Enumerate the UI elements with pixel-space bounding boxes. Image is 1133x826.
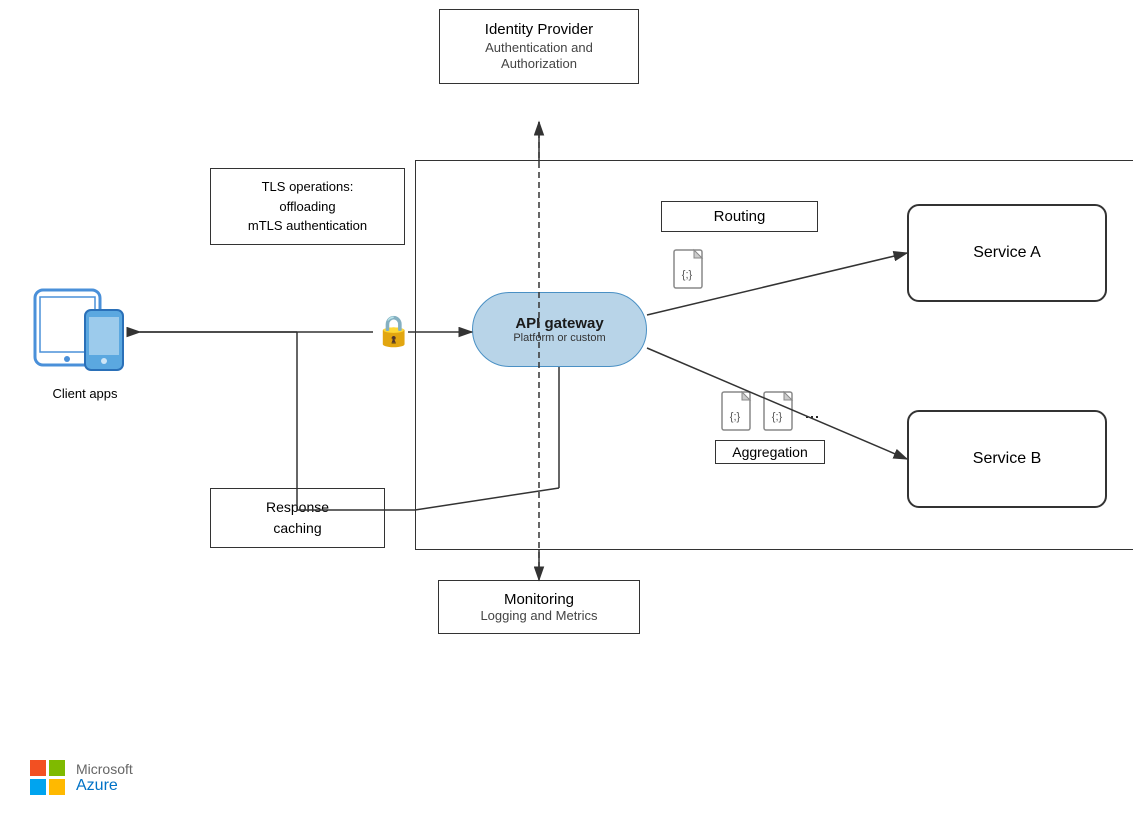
svg-text:{;}: {;} bbox=[772, 411, 783, 423]
square-yellow bbox=[49, 779, 65, 795]
azure-label: Azure bbox=[76, 777, 133, 795]
api-gateway-title: API gateway bbox=[515, 315, 603, 332]
azure-text: Microsoft Azure bbox=[76, 761, 133, 795]
aggregation-area: {;} {;} ... Aggregation bbox=[655, 390, 885, 464]
svg-text:{;}: {;} bbox=[682, 269, 693, 281]
identity-provider-box: Identity Provider Authentication and Aut… bbox=[439, 9, 639, 84]
routing-label: Routing bbox=[714, 208, 766, 225]
square-orange bbox=[30, 760, 46, 776]
ellipsis: ... bbox=[804, 390, 819, 434]
response-caching-label: Responsecaching bbox=[266, 499, 329, 536]
client-apps-area: Client apps bbox=[30, 285, 140, 401]
service-a-label: Service A bbox=[973, 244, 1041, 262]
monitoring-box: Monitoring Logging and Metrics bbox=[438, 580, 640, 634]
doc-icon-2: {;} bbox=[762, 390, 798, 434]
lock-icon: 🔒 bbox=[375, 314, 412, 349]
monitoring-title: Monitoring bbox=[447, 591, 631, 608]
api-gateway-box: API gateway Platform or custom bbox=[472, 292, 647, 367]
response-caching-box: Responsecaching bbox=[210, 488, 385, 548]
service-b-box: Service B bbox=[907, 410, 1107, 508]
doc-icon-1: {;} bbox=[720, 390, 756, 434]
aggregation-icons: {;} {;} ... bbox=[655, 390, 885, 434]
routing-doc-icon: {;} bbox=[672, 248, 708, 297]
client-apps-icon bbox=[30, 285, 140, 375]
aggregation-label: Aggregation bbox=[715, 440, 825, 464]
square-blue bbox=[30, 779, 46, 795]
azure-squares-icon bbox=[30, 760, 66, 796]
diagram: Identity Provider Authentication and Aut… bbox=[0, 0, 1133, 826]
service-b-label: Service B bbox=[973, 450, 1041, 468]
routing-box: Routing bbox=[661, 201, 818, 232]
identity-provider-subtitle: Authentication and Authorization bbox=[448, 40, 630, 74]
azure-logo: Microsoft Azure bbox=[30, 760, 133, 796]
square-green bbox=[49, 760, 65, 776]
api-gateway-subtitle: Platform or custom bbox=[513, 332, 605, 344]
monitoring-subtitle: Logging and Metrics bbox=[447, 608, 631, 623]
microsoft-label: Microsoft bbox=[76, 761, 133, 777]
client-apps-label: Client apps bbox=[30, 386, 140, 401]
service-a-box: Service A bbox=[907, 204, 1107, 302]
tls-label: TLS operations:offloadingmTLS authentica… bbox=[248, 179, 367, 233]
tls-box: TLS operations:offloadingmTLS authentica… bbox=[210, 168, 405, 245]
identity-provider-title: Identity Provider bbox=[448, 20, 630, 40]
svg-text:{;}: {;} bbox=[730, 411, 741, 423]
